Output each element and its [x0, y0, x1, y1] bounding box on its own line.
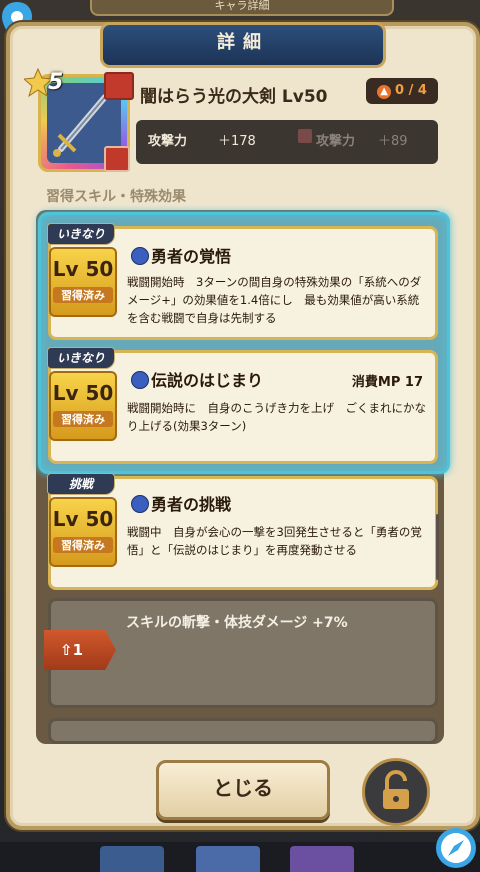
weapon-type-icon	[104, 146, 130, 172]
stat-label-attack-alt: 攻撃力	[316, 134, 356, 149]
stat-label-attack: 攻撃力	[148, 134, 188, 149]
character-icon	[104, 72, 134, 100]
skill-name: 勇者の覚悟	[151, 247, 232, 266]
stat-value-attack-alt: ＋89	[378, 134, 408, 149]
skill-name: 伝説のはじまり	[151, 371, 264, 390]
learned-label: 習得済み	[53, 411, 113, 427]
character-thumb[interactable]	[100, 846, 164, 872]
upgrade-value: 0 / 4	[395, 83, 427, 98]
unlock-count: 1	[72, 641, 84, 659]
level-badge: Lv 50 習得済み	[49, 247, 117, 317]
skill-card[interactable]: いきなり Lv 50 習得済み 勇者の覚悟 戦闘開始時 3ターンの間自身の特殊効…	[47, 223, 438, 340]
level-badge: Lv 50 習得済み	[49, 371, 117, 441]
character-thumb[interactable]	[290, 846, 354, 872]
skill-type-icon	[131, 495, 149, 513]
locked-effect-text: スキルの斬撃・体技ダメージ +7%	[126, 615, 348, 631]
skill-tag: いきなり	[47, 347, 115, 369]
item-name: 闇はらう光の大剣 Lv50	[140, 87, 328, 107]
level-text: Lv 50	[52, 507, 114, 531]
skill-description: 戦闘開始時に 自身のこうげき力を上げ ごくまれにかなり上げる(効果3ターン)	[127, 401, 426, 433]
section-title: 習得スキル・特殊効果	[46, 189, 186, 205]
skill-description: 戦闘開始時 3ターンの間自身の特殊効果の「系統へのダメージ+」の効果値を1.4倍…	[127, 275, 422, 325]
skill-description: 戦闘中 自身が会心の一撃を3回発生させると「勇者の覚悟」と「伝説のはじまり」を再…	[127, 525, 422, 557]
learned-label: 習得済み	[53, 287, 113, 303]
rarity-level: 5	[48, 70, 64, 95]
lock-button[interactable]	[362, 758, 430, 826]
upgrade-counter: ▲ 0 / 4	[366, 78, 438, 104]
skill-card[interactable]: 挑戦 Lv 50 習得済み 勇者の挑戦 戦闘中 自身が会心の一撃を3回発生させる…	[47, 473, 438, 590]
window-ribbon: キャラ詳細	[90, 0, 394, 16]
panel-title: 詳細	[100, 22, 386, 68]
compass-icon[interactable]	[434, 826, 478, 870]
skill-name: 勇者の挑戦	[151, 495, 232, 514]
skill-type-icon	[131, 247, 149, 265]
level-badge: Lv 50 習得済み	[49, 497, 117, 567]
learned-label: 習得済み	[53, 537, 113, 553]
close-button[interactable]: とじる	[156, 760, 330, 820]
level-text: Lv 50	[52, 381, 114, 405]
skill-type-icon	[131, 371, 149, 389]
scrollbar[interactable]	[436, 514, 439, 580]
stat-value-attack: ＋178	[218, 134, 256, 149]
level-text: Lv 50	[52, 257, 114, 281]
skill-mp-cost: 消費MP 17	[351, 375, 423, 390]
upgrade-arrow-icon: ▲	[377, 85, 392, 99]
character-thumb[interactable]	[196, 846, 260, 872]
unlock-tag: ⇧1	[44, 630, 116, 670]
skill-tag: いきなり	[47, 223, 115, 245]
padlock-icon	[383, 770, 409, 809]
skill-tag: 挑戦	[47, 473, 115, 495]
skill-card[interactable]: いきなり Lv 50 習得済み 伝説のはじまり 消費MP 17 戦闘開始時に 自…	[47, 347, 438, 464]
locked-effect-card-next	[48, 718, 438, 744]
ally-stat-icon	[298, 129, 312, 143]
